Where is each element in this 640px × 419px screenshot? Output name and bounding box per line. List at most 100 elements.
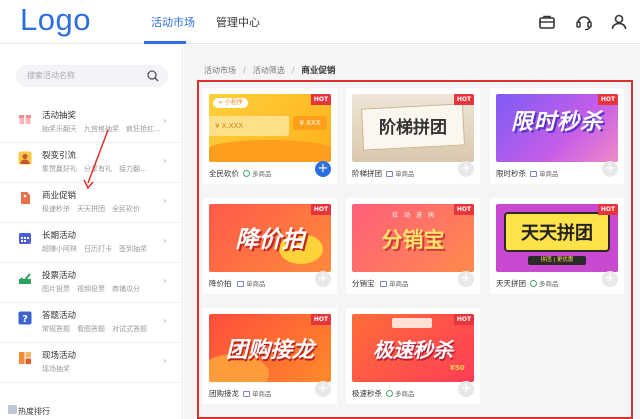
add-button[interactable]: + bbox=[458, 381, 474, 397]
activity-card-flash-sale[interactable]: 限时秒杀 HOT 限时秒杀 单商品 + bbox=[490, 88, 624, 184]
sidebar-item-lottery[interactable]: 活动抽奖 抽奖乐翻天 九宫格抽奖 疯狂抢红... › bbox=[0, 103, 182, 143]
sidebar-item-subtitle: 超赚小阿林 日历打卡 签到抽奖 bbox=[42, 245, 147, 253]
sidebar-footer-rank[interactable]: 热度排行 bbox=[18, 406, 50, 417]
card-thumbnail: 拉 动 进 阀 分销宝 HOT bbox=[352, 204, 474, 272]
banner-text: 阶梯拼团 bbox=[379, 118, 447, 138]
headset-icon[interactable] bbox=[574, 12, 594, 32]
card-thumbnail: 阶梯拼团 HOT bbox=[352, 94, 474, 162]
sidebar-item-longterm[interactable]: 长期活动 超赚小阿林 日历打卡 签到抽奖 › bbox=[0, 223, 182, 263]
box-icon bbox=[243, 391, 250, 397]
box-icon bbox=[530, 171, 537, 177]
search-icon[interactable] bbox=[146, 69, 160, 83]
card-title: 分销宝 bbox=[352, 279, 375, 288]
breadcrumb-current: 商业促销 bbox=[301, 66, 336, 76]
sidebar-item-title: 活动抽奖 bbox=[42, 111, 77, 121]
card-title: 团购接龙 bbox=[209, 389, 239, 398]
tab-management-center[interactable]: 管理中心 bbox=[216, 14, 260, 30]
card-tag: 多商品 bbox=[243, 168, 272, 178]
hot-badge: HOT bbox=[311, 314, 331, 325]
briefcase-icon[interactable] bbox=[537, 12, 557, 32]
person-icon bbox=[18, 151, 32, 165]
hot-badge: HOT bbox=[311, 204, 331, 215]
sidebar-item-onsite[interactable]: 现场活动 现场抽奖 › bbox=[0, 343, 182, 383]
svg-text:?: ? bbox=[22, 314, 28, 325]
logo: Logo bbox=[20, 2, 91, 37]
card-thumbnail: 极速秒杀 ¥50 HOT bbox=[352, 314, 474, 382]
add-button[interactable]: + bbox=[315, 161, 331, 177]
sidebar-item-subtitle: 常规答题 看图答题 对试式答题 bbox=[42, 325, 147, 333]
chevron-right-icon: › bbox=[163, 196, 167, 207]
add-button[interactable]: + bbox=[602, 161, 618, 177]
add-button[interactable]: + bbox=[602, 271, 618, 287]
card-tag: 多商品 bbox=[386, 388, 415, 398]
add-button[interactable]: + bbox=[315, 271, 331, 287]
chevron-right-icon: › bbox=[163, 316, 167, 327]
card-tag: 多商品 bbox=[530, 278, 559, 288]
chevron-right-icon: › bbox=[163, 356, 167, 367]
check-circle-icon bbox=[386, 390, 393, 397]
chevron-right-icon: › bbox=[163, 156, 167, 167]
tab-activity-market[interactable]: 活动市场 bbox=[151, 14, 195, 30]
sidebar-item-promotion[interactable]: 商业促销 极速秒杀 天天拼团 全民砍价 › bbox=[0, 183, 182, 223]
user-icon[interactable] bbox=[609, 12, 629, 32]
sidebar-item-quiz[interactable]: ? 答题活动 常规答题 看图答题 对试式答题 › bbox=[0, 303, 182, 343]
activity-card-speed-kill[interactable]: 极速秒杀 ¥50 HOT 极速秒杀 多商品 + bbox=[346, 308, 480, 404]
sidebar-item-title: 裂变引流 bbox=[42, 151, 77, 161]
card-tag: 单商品 bbox=[386, 168, 415, 178]
sidebar-item-fission[interactable]: 裂变引流 集赞赢好礼 分享有礼 接力翻... › bbox=[0, 143, 182, 183]
page-root: Logo 活动市场 管理中心 搜索活动名称 活动抽奖 抽奖乐翻天 九宫格抽奖 疯… bbox=[0, 0, 640, 419]
rank-icon bbox=[8, 405, 17, 414]
banner-subtext: ¥50 bbox=[450, 364, 465, 372]
activity-card-distribution[interactable]: 拉 动 进 阀 分销宝 HOT 分销宝 单商品 + bbox=[346, 198, 480, 294]
breadcrumb-item[interactable]: 活动市场 bbox=[204, 66, 236, 75]
sidebar-item-subtitle: 抽奖乐翻天 九宫格抽奖 疯狂抢红... bbox=[42, 125, 161, 133]
activity-card-bargain[interactable]: ∞ 小程序 ¥ X.XXX ¥ XXX HOT 全民砍价 多商品 + bbox=[203, 88, 337, 184]
card-title: 阶梯拼团 bbox=[352, 169, 382, 178]
chevron-right-icon: › bbox=[163, 116, 167, 127]
add-button[interactable]: + bbox=[315, 381, 331, 397]
box-icon bbox=[386, 171, 393, 177]
sidebar-item-vote[interactable]: 投票活动 图片投票 视频投票 商铺瓜分 › bbox=[0, 263, 182, 303]
banner-text: 团购接龙 bbox=[225, 338, 314, 363]
hot-badge: HOT bbox=[311, 94, 331, 105]
check-circle-icon bbox=[243, 170, 250, 177]
price-tag: ¥ XXX bbox=[293, 116, 327, 130]
gift-icon bbox=[19, 115, 31, 124]
activity-card-price-drop[interactable]: 降价拍 HOT 降价拍 单商品 + bbox=[203, 198, 337, 294]
check-circle-icon bbox=[530, 280, 537, 287]
breadcrumb-item[interactable]: 活动筛选 bbox=[253, 66, 285, 75]
chevron-right-icon: › bbox=[163, 276, 167, 287]
banner-text: 极速秒杀 bbox=[373, 338, 453, 362]
card-title: 降价拍 bbox=[209, 279, 232, 288]
mini-program-badge: ∞ 小程序 bbox=[213, 98, 248, 108]
card-title: 极速秒杀 bbox=[352, 389, 382, 398]
sidebar-item-subtitle: 极速秒杀 天天拼团 全民砍价 bbox=[42, 205, 140, 213]
active-tab-indicator bbox=[144, 41, 186, 44]
card-thumbnail: 限时秒杀 HOT bbox=[496, 94, 618, 162]
card-title: 天天拼团 bbox=[496, 279, 526, 288]
sidebar-item-subtitle: 集赞赢好礼 分享有礼 接力翻... bbox=[42, 165, 147, 173]
card-thumbnail: 降价拍 HOT bbox=[209, 204, 331, 272]
hot-badge: HOT bbox=[454, 94, 474, 105]
card-title: 全民砍价 bbox=[209, 169, 239, 178]
banner-text: 限时秒杀 bbox=[510, 110, 603, 135]
sidebar: 搜索活动名称 活动抽奖 抽奖乐翻天 九宫格抽奖 疯狂抢红... › 裂变引流 集… bbox=[0, 45, 183, 419]
search-input[interactable]: 搜索活动名称 bbox=[16, 65, 168, 87]
vote-icon bbox=[19, 273, 31, 284]
card-tag: 单商品 bbox=[243, 388, 272, 398]
card-thumbnail: 天天拼团 拼团 | 更优惠 HOT bbox=[496, 204, 618, 272]
hot-badge: HOT bbox=[598, 94, 618, 105]
hot-badge: HOT bbox=[454, 204, 474, 215]
activity-card-tiered-group[interactable]: 阶梯拼团 HOT 阶梯拼团 单商品 + bbox=[346, 88, 480, 184]
activity-card-daily-group[interactable]: 天天拼团 拼团 | 更优惠 HOT 天天拼团 多商品 + bbox=[490, 198, 624, 294]
card-title: 限时秒杀 bbox=[496, 169, 526, 178]
activity-card-group-relay[interactable]: 团购接龙 HOT 团购接龙 单商品 + bbox=[203, 308, 337, 404]
question-icon: ? bbox=[18, 311, 32, 325]
sidebar-item-title: 投票活动 bbox=[42, 271, 77, 281]
add-button[interactable]: + bbox=[458, 161, 474, 177]
add-button[interactable]: + bbox=[458, 271, 474, 287]
box-icon bbox=[380, 281, 387, 287]
box-icon bbox=[237, 281, 244, 287]
sidebar-item-title: 长期活动 bbox=[42, 231, 77, 241]
hot-badge: HOT bbox=[598, 204, 618, 215]
